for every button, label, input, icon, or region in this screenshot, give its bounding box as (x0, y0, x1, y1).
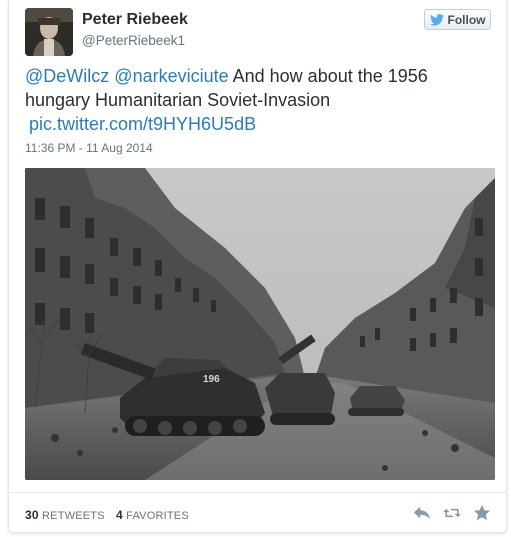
tweet-timestamp[interactable]: 11:36 PM - 11 Aug 2014 (25, 141, 153, 155)
favorites-stat[interactable]: 4 FAVORITES (116, 508, 189, 522)
user-handle[interactable]: @PeterRiebeek1 (82, 32, 188, 50)
tweet-header: Peter Riebeek @PeterRiebeek1 Follow (25, 8, 495, 58)
twitter-bird-icon (429, 13, 444, 26)
retweet-button[interactable] (442, 503, 462, 523)
tank-number: 196 (203, 374, 220, 385)
reply-button[interactable] (412, 503, 432, 523)
star-icon (474, 505, 490, 521)
reply-icon (413, 506, 431, 520)
tweet-text: @DeWilcz @narkeviciute And how about the… (25, 64, 485, 136)
divider (9, 492, 506, 493)
retweet-icon (443, 508, 461, 518)
retweets-stat[interactable]: 30 RETWEETS (25, 508, 108, 522)
tweet-stats: 30 RETWEETS 4 FAVORITES (25, 508, 197, 522)
retweets-count: 30 (25, 508, 39, 522)
favorites-label: FAVORITES (126, 510, 189, 522)
follow-button[interactable]: Follow (424, 9, 491, 30)
pic-link[interactable]: pic.twitter.com/t9HYH6U5dB (25, 112, 485, 136)
tweet-actions (412, 503, 492, 523)
favorite-button[interactable] (472, 503, 492, 523)
tweet-photo[interactable]: 196 (25, 168, 495, 480)
favorites-count: 4 (116, 508, 123, 522)
tweet-card: Peter Riebeek @PeterRiebeek1 Follow @DeW… (8, 0, 507, 533)
mention-dewilcz[interactable]: @DeWilcz (25, 66, 109, 86)
follow-label: Follow (447, 12, 486, 27)
display-name[interactable]: Peter Riebeek (82, 11, 188, 29)
retweets-label: RETWEETS (42, 510, 105, 522)
mention-narkeviciute[interactable]: @narkeviciute (114, 66, 228, 86)
user-names: Peter Riebeek @PeterRiebeek1 (82, 11, 188, 50)
avatar[interactable] (25, 8, 73, 56)
